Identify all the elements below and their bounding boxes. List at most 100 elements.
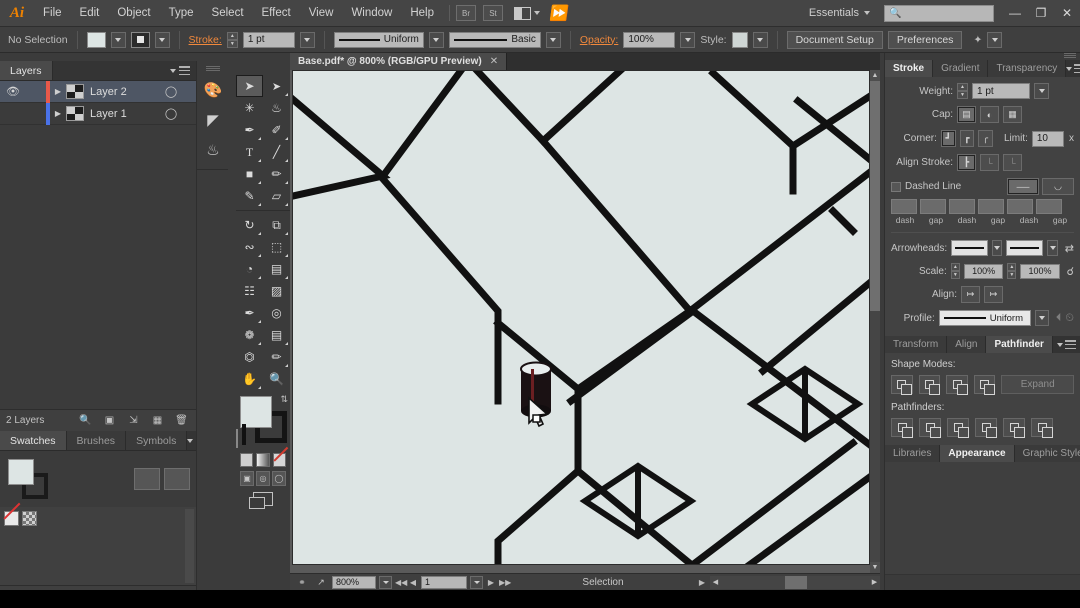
scroll-down-icon[interactable]: ▼ (870, 562, 880, 573)
projecting-cap-icon[interactable]: ▦ (1003, 106, 1022, 123)
zoom-level-input[interactable]: 800% (332, 575, 376, 589)
minimize-button[interactable]: — (1002, 0, 1028, 27)
gap-field-2[interactable] (978, 199, 1004, 214)
align-inside-stroke-icon[interactable]: └ (980, 154, 999, 171)
align-dashes-corners-icon[interactable]: ◟◞ (1042, 178, 1074, 195)
expand-triangle-icon[interactable]: ▶ (50, 109, 66, 118)
dash-field-2[interactable] (949, 199, 975, 214)
arrowhead-start-dropdown[interactable] (991, 240, 1003, 256)
direct-selection-tool[interactable]: ➤ (263, 75, 290, 97)
stroke-color-swatch[interactable] (130, 31, 150, 48)
share-icon[interactable]: ↗ (313, 576, 329, 589)
color-button[interactable] (240, 453, 254, 467)
make-clipping-mask-icon[interactable]: ▣ (103, 414, 116, 427)
scroll-right-icon[interactable]: ▶ (869, 578, 880, 586)
profile-dropdown[interactable] (1034, 310, 1049, 326)
close-icon[interactable]: ✕ (490, 56, 498, 67)
width-tool[interactable]: ∾ (236, 236, 263, 258)
select-similar-dropdown[interactable] (987, 31, 1003, 48)
extend-arrow-beyond-end-icon[interactable]: ↦ (961, 286, 980, 303)
bevel-join-icon[interactable]: ╭ (978, 130, 993, 147)
menu-file[interactable]: File (34, 0, 71, 27)
opacity-dropdown[interactable] (680, 31, 696, 48)
tab-brushes[interactable]: Brushes (66, 431, 127, 450)
tab-gradient[interactable]: Gradient (933, 60, 989, 77)
flip-profile-across-icon[interactable]: ⏴ (1056, 312, 1062, 325)
zoom-tool[interactable]: 🔍 (263, 368, 290, 390)
status-menu-icon[interactable]: ▶ (697, 578, 707, 587)
select-similar-icon[interactable]: ✦ (973, 34, 982, 46)
arrowhead-end-dropdown[interactable] (1047, 240, 1058, 256)
preferences-button[interactable]: Preferences (887, 30, 963, 49)
swatch-registration[interactable] (22, 511, 37, 526)
paintbrush-tool[interactable]: ✏ (263, 163, 290, 185)
close-button[interactable]: ✕ (1054, 0, 1080, 27)
visibility-toggle-icon[interactable]: 👁 (0, 85, 26, 98)
expand-button[interactable]: Expand (1001, 375, 1075, 394)
align-outside-stroke-icon[interactable]: └ (1003, 154, 1022, 171)
curvature-tool[interactable]: ✐ (263, 119, 290, 141)
first-artboard-icon[interactable]: ◀◀ (395, 578, 407, 587)
gradient-button[interactable] (256, 453, 270, 467)
previous-artboard-icon[interactable]: ◀ (408, 578, 418, 587)
weight-input[interactable]: 1 pt (972, 83, 1030, 99)
menu-edit[interactable]: Edit (71, 0, 109, 27)
drawing-mode-normal-icon[interactable]: ▣ (240, 471, 254, 486)
divide-icon[interactable] (891, 418, 913, 438)
trim-icon[interactable] (919, 418, 941, 438)
delete-selection-icon[interactable]: 🗑 (175, 414, 188, 427)
rectangle-tool[interactable]: ■ (236, 163, 263, 185)
target-indicator-icon[interactable]: ◯ (156, 85, 186, 98)
layer-row-2[interactable]: 👁 ▶ Layer 2 ◯ (0, 80, 196, 103)
eyedropper-tool[interactable]: ✒ (236, 302, 263, 324)
create-new-sublayer-icon[interactable]: ⇲ (127, 414, 140, 427)
shape-builder-tool[interactable]: ◔ (236, 258, 263, 280)
menu-window[interactable]: Window (342, 0, 401, 27)
tab-graphic-styles[interactable]: Graphic Styles (1014, 445, 1080, 462)
tab-align[interactable]: Align (947, 336, 987, 353)
canvas-horizontal-scrollbar[interactable]: ◀ ▶ (710, 575, 880, 589)
tab-transparency[interactable]: Transparency (988, 60, 1067, 77)
mesh-tool[interactable]: ☷ (236, 280, 263, 302)
symbol-sprayer-tool[interactable]: ❁ (236, 324, 263, 346)
free-transform-tool[interactable]: ⬚ (263, 236, 290, 258)
color-panel-icon[interactable]: 🎨 (197, 75, 229, 105)
tab-swatches[interactable]: Swatches (0, 431, 67, 450)
minus-back-icon[interactable] (1031, 418, 1053, 438)
arrange-documents-icon[interactable] (514, 6, 540, 20)
layer-name[interactable]: Layer 2 (90, 86, 156, 98)
width-profile-dropdown[interactable] (428, 31, 444, 48)
document-setup-button[interactable]: Document Setup (786, 30, 883, 49)
outline-icon[interactable] (1003, 418, 1025, 438)
dash-field-3[interactable] (1007, 199, 1033, 214)
link-arrowhead-scales-icon[interactable]: ☌ (1067, 265, 1074, 278)
scrollbar-thumb[interactable] (870, 81, 880, 311)
drawing-mode-behind-icon[interactable]: ◎ (256, 471, 270, 486)
layer-row-1[interactable]: ▶ Layer 1 ◯ (0, 102, 196, 125)
menu-effect[interactable]: Effect (253, 0, 300, 27)
symbols-panel-icon[interactable]: ♨ (197, 135, 229, 165)
dash-field-1[interactable] (891, 199, 917, 214)
change-screen-mode-icon[interactable] (236, 486, 290, 509)
swap-arrowheads-icon[interactable]: ⇄ (1065, 242, 1074, 255)
arrowhead-start-combo[interactable] (951, 240, 988, 256)
round-join-icon[interactable]: ┏ (959, 130, 975, 147)
selection-tool[interactable]: ➤ (236, 75, 263, 97)
opacity-label[interactable]: Opacity: (580, 34, 619, 46)
stroke-dropdown[interactable] (154, 31, 170, 48)
gap-field-1[interactable] (920, 199, 946, 214)
tab-stroke[interactable]: Stroke (885, 60, 934, 77)
intersect-icon[interactable] (946, 375, 968, 395)
scale-end-stepper[interactable]: ▲ ▼ (1007, 263, 1017, 279)
layer-name[interactable]: Layer 1 (90, 108, 156, 120)
scroll-left-icon[interactable]: ◀ (710, 578, 721, 586)
stroke-weight-input[interactable]: 1 pt (242, 31, 295, 48)
place-arrow-at-end-icon[interactable]: ↦ (984, 286, 1003, 303)
expand-triangle-icon[interactable]: ▶ (50, 87, 66, 96)
zoom-level-dropdown[interactable] (379, 575, 392, 589)
next-artboard-icon[interactable]: ▶ (486, 578, 496, 587)
column-graph-tool[interactable]: ▤ (263, 324, 290, 346)
stroke-label[interactable]: Stroke: (189, 34, 222, 46)
lasso-tool[interactable]: ♨ (263, 97, 290, 119)
eraser-tool[interactable]: ▱ (263, 185, 290, 207)
